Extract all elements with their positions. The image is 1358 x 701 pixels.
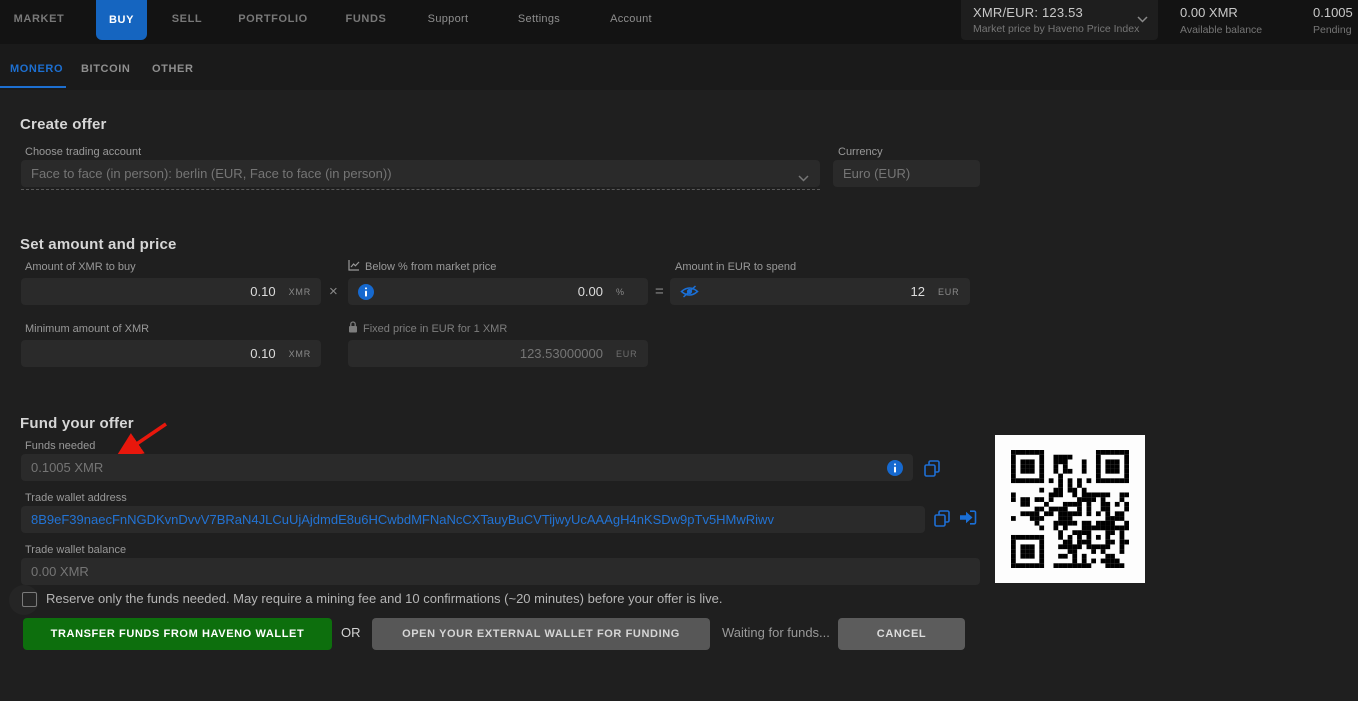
available-balance-label: Available balance	[1180, 24, 1262, 36]
wallet-address-field[interactable]: 8B9eF39naecFnNGDKvnDvvV7BRaN4JLCuUjAjdmd…	[21, 506, 925, 533]
create-offer-panel: Create offer Choose trading account Face…	[0, 90, 1358, 701]
percent-input[interactable]: 0.00 %	[348, 278, 648, 305]
available-balance-value: 0.00 XMR	[1180, 5, 1262, 20]
nav-item-buy-active[interactable]: BUY	[96, 0, 147, 40]
section-title-amount-price: Set amount and price	[20, 236, 177, 253]
lock-icon	[348, 321, 358, 336]
copy-icon[interactable]	[934, 510, 950, 527]
tab-bitcoin[interactable]: BITCOIN	[81, 63, 130, 75]
nav-item-market[interactable]: MARKET	[14, 13, 65, 25]
fixed-price-label: Fixed price in EUR for 1 XMR	[348, 321, 507, 336]
info-icon[interactable]	[358, 284, 374, 300]
amount-value: 0.10	[250, 284, 275, 299]
tab-active-underline	[0, 86, 66, 88]
pending-balance-value: 0.1005	[1313, 5, 1353, 20]
nav-item-sell[interactable]: SELL	[172, 13, 203, 25]
reserve-funds-checkbox[interactable]	[22, 592, 37, 607]
transfer-funds-button[interactable]: TRANSFER FUNDS FROM HAVENO WALLET	[23, 618, 332, 650]
fixed-price-value: 123.53000000	[520, 346, 603, 361]
funds-needed-label: Funds needed	[25, 440, 95, 452]
spend-value: 12	[911, 284, 925, 299]
fixed-price-unit: EUR	[616, 349, 638, 359]
funding-qr-code	[995, 435, 1145, 583]
equals-operator: =	[655, 283, 664, 300]
nav-buy-label: BUY	[109, 14, 134, 26]
wallet-balance-field: 0.00 XMR	[21, 558, 980, 585]
market-price-pair: XMR/EUR: 123.53	[973, 5, 1148, 20]
min-amount-input[interactable]: 0.10 XMR	[21, 340, 321, 367]
available-balance: 0.00 XMR Available balance	[1180, 5, 1262, 36]
or-label: OR	[341, 625, 361, 640]
fixed-price-input: 123.53000000 EUR	[348, 340, 648, 367]
eye-slash-icon[interactable]	[680, 284, 699, 299]
qr-code-image	[1011, 450, 1129, 568]
currency-label: Currency	[838, 146, 883, 158]
dropdown-underline	[21, 189, 820, 190]
wallet-balance-label: Trade wallet balance	[25, 544, 126, 556]
reserve-funds-checkbox-label: Reserve only the funds needed. May requi…	[46, 591, 723, 606]
open-wallet-sign-in-icon[interactable]	[959, 510, 977, 525]
min-amount-unit: XMR	[289, 349, 311, 359]
market-price-source: Market price by Haveno Price Index	[973, 23, 1148, 35]
amount-unit: XMR	[289, 287, 311, 297]
spend-label: Amount in EUR to spend	[675, 261, 796, 273]
chevron-down-icon	[798, 170, 809, 185]
fixed-price-label-text: Fixed price in EUR for 1 XMR	[363, 323, 507, 335]
section-title-create-offer: Create offer	[20, 116, 107, 133]
multiply-operator: ×	[329, 283, 338, 300]
amount-input[interactable]: 0.10 XMR	[21, 278, 321, 305]
percent-label-text: Below % from market price	[365, 261, 496, 273]
percent-label: Below % from market price	[348, 259, 496, 274]
min-amount-label: Minimum amount of XMR	[25, 323, 149, 335]
market-price-selector[interactable]: XMR/EUR: 123.53 Market price by Haveno P…	[961, 0, 1158, 40]
haveno-app-window: MARKET BUY SELL PORTFOLIO FUNDS Support …	[0, 0, 1358, 701]
nav-item-account[interactable]: Account	[610, 13, 652, 25]
currency-value: Euro (EUR)	[843, 166, 910, 181]
spend-input[interactable]: 12 EUR	[670, 278, 970, 305]
nav-item-support[interactable]: Support	[428, 13, 469, 25]
currency-field[interactable]: Euro (EUR)	[833, 160, 980, 187]
pending-balance: 0.1005 Pending	[1313, 5, 1353, 36]
funds-needed-value: 0.1005 XMR	[31, 460, 103, 475]
wallet-balance-value: 0.00 XMR	[31, 564, 89, 579]
currency-tabbar: MONERO BITCOIN OTHER	[0, 44, 1358, 90]
percent-unit: %	[616, 287, 638, 297]
min-amount-value: 0.10	[250, 346, 275, 361]
funds-needed-field: 0.1005 XMR	[21, 454, 913, 481]
chevron-down-icon	[1137, 10, 1148, 28]
nav-item-funds[interactable]: FUNDS	[346, 13, 387, 25]
trend-chart-icon	[348, 259, 360, 274]
amount-label: Amount of XMR to buy	[25, 261, 136, 273]
external-wallet-button[interactable]: OPEN YOUR EXTERNAL WALLET FOR FUNDING	[372, 618, 710, 650]
trading-account-label: Choose trading account	[25, 146, 141, 158]
nav-item-settings[interactable]: Settings	[518, 13, 560, 25]
pending-balance-label: Pending	[1313, 24, 1353, 36]
info-icon[interactable]	[887, 460, 903, 476]
cancel-button[interactable]: CANCEL	[838, 618, 965, 650]
wallet-address-value: 8B9eF39naecFnNGDKvnDvvV7BRaN4JLCuUjAjdmd…	[31, 512, 774, 527]
nav-item-portfolio[interactable]: PORTFOLIO	[238, 13, 308, 25]
percent-value: 0.00	[578, 284, 603, 299]
tab-other[interactable]: OTHER	[152, 63, 194, 75]
spend-unit: EUR	[938, 287, 960, 297]
trading-account-value: Face to face (in person): berlin (EUR, F…	[31, 166, 392, 181]
wallet-address-label: Trade wallet address	[25, 492, 127, 504]
trading-account-dropdown[interactable]: Face to face (in person): berlin (EUR, F…	[21, 160, 820, 187]
tab-monero[interactable]: MONERO	[10, 63, 63, 75]
copy-icon[interactable]	[924, 460, 940, 477]
waiting-status-text: Waiting for funds...	[722, 625, 830, 640]
top-navbar: MARKET BUY SELL PORTFOLIO FUNDS Support …	[0, 0, 1358, 44]
